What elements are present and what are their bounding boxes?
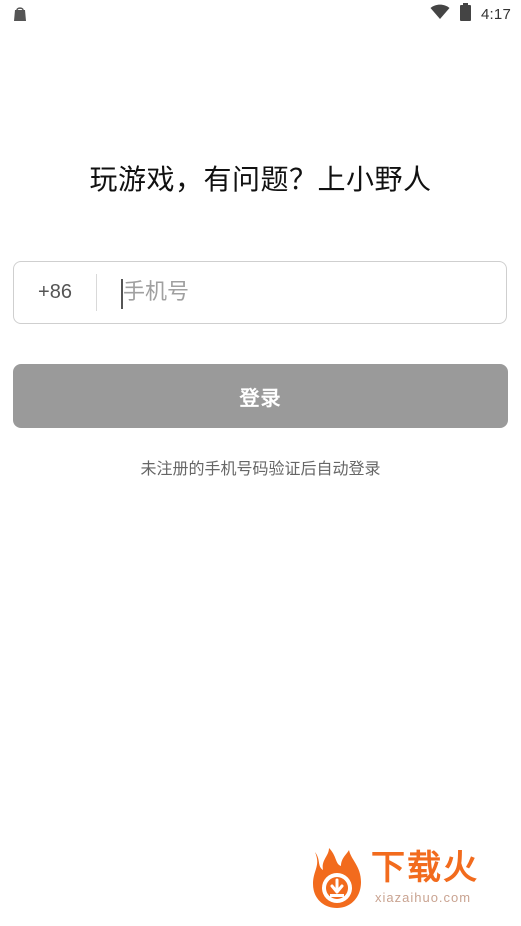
auto-register-hint: 未注册的手机号码验证后自动登录 bbox=[140, 459, 381, 478]
watermark-logo: 下载火 xiazaihuo.com bbox=[307, 846, 517, 916]
page-title: 玩游戏，有问题？上小野人 bbox=[89, 163, 432, 196]
status-icons: 4:17 bbox=[430, 3, 511, 25]
wifi-icon bbox=[430, 4, 450, 24]
phone-field[interactable]: +86 bbox=[13, 261, 507, 324]
status-time: 4:17 bbox=[481, 5, 511, 23]
login-button[interactable]: 登录 bbox=[13, 364, 508, 428]
watermark-url: xiazaihuo.com bbox=[375, 890, 472, 905]
login-screen: 4:17 玩游戏，有问题？上小野人 +86 登录 未注册的手机号码验证后自动登录… bbox=[0, 0, 521, 926]
shopping-bag-icon bbox=[12, 6, 28, 22]
text-caret bbox=[121, 279, 123, 309]
status-bar: 4:17 bbox=[0, 0, 521, 28]
country-code-selector[interactable]: +86 bbox=[14, 262, 96, 323]
watermark-brand: 下载火 bbox=[371, 848, 479, 888]
flame-download-icon bbox=[307, 846, 369, 912]
battery-icon bbox=[460, 3, 471, 25]
phone-input[interactable] bbox=[97, 262, 506, 323]
